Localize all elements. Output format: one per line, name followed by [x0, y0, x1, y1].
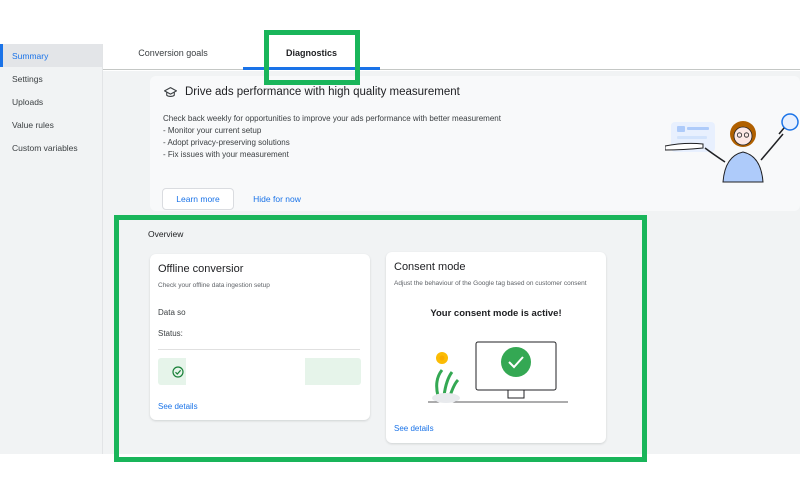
- status-bar-fill: [186, 358, 305, 385]
- banner-description: Check back weekly for opportunities to i…: [163, 113, 501, 161]
- monitor-with-check-illustration: [428, 341, 568, 403]
- tab-bar: Conversion goals Diagnostics: [103, 36, 800, 70]
- offline-see-details-link[interactable]: See details: [158, 402, 198, 411]
- banner-title: Drive ads performance with high quality …: [185, 86, 460, 98]
- card-title: Offline conversior: [158, 263, 244, 275]
- sidebar-item-settings[interactable]: Settings: [0, 67, 102, 90]
- sidebar-item-value-rules[interactable]: Value rules: [0, 113, 102, 136]
- measurement-banner: Drive ads performance with high quality …: [150, 76, 800, 211]
- banner-line: - Adopt privacy-preserving solutions: [163, 138, 290, 147]
- status-bar: [158, 358, 361, 385]
- sidebar-item-summary[interactable]: Summary: [0, 44, 102, 67]
- banner-title-row: Drive ads performance with high quality …: [164, 86, 460, 98]
- consent-active-message: Your consent mode is active!: [430, 308, 562, 319]
- tab-conversion-goals[interactable]: Conversion goals: [103, 36, 243, 70]
- hide-for-now-button[interactable]: Hide for now: [250, 188, 304, 210]
- offline-conversion-card: Offline conversior Check your offline da…: [150, 254, 370, 420]
- tab-diagnostics[interactable]: Diagnostics: [243, 36, 380, 70]
- consent-see-details-link[interactable]: See details: [394, 424, 434, 433]
- sidebar-item-custom-variables[interactable]: Custom variables: [0, 136, 102, 159]
- person-with-magnifier-illustration: [665, 113, 799, 183]
- card-subtitle: Check your offline data ingestion setup: [158, 282, 270, 289]
- banner-line: - Fix issues with your measurement: [163, 150, 289, 159]
- banner-line: - Monitor your current setup: [163, 126, 262, 135]
- banner-line: Check back weekly for opportunities to i…: [163, 114, 501, 123]
- sidebar: Summary Settings Uploads Value rules Cus…: [0, 44, 103, 454]
- status-label: Status:: [158, 329, 183, 338]
- page-root: Conversion goals Diagnostics Summary Set…: [0, 0, 800, 493]
- divider: [158, 349, 360, 350]
- graduation-cap-icon: [164, 86, 177, 97]
- consent-mode-card: Consent mode Adjust the behaviour of the…: [386, 252, 606, 443]
- sidebar-item-uploads[interactable]: Uploads: [0, 90, 102, 113]
- check-circle-icon: [172, 366, 184, 378]
- learn-more-button[interactable]: Learn more: [162, 188, 234, 210]
- data-source-label: Data so: [158, 308, 186, 317]
- tab-selected-indicator: [243, 67, 380, 70]
- card-subtitle: Adjust the behaviour of the Google tag b…: [394, 280, 587, 287]
- overview-heading: Overview: [148, 229, 184, 239]
- card-title: Consent mode: [394, 261, 466, 273]
